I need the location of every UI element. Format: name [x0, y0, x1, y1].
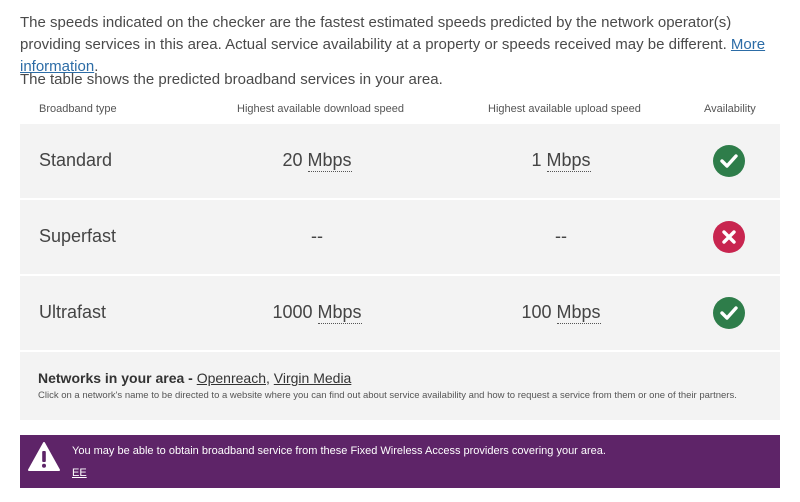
download-unit: Mbps — [317, 302, 362, 324]
upload-value: 1 — [531, 150, 542, 170]
header-broadband-type: Broadband type — [39, 103, 117, 115]
available-check-icon — [713, 145, 745, 177]
download-unit: Mbps — [307, 150, 352, 172]
download-value: 1000 — [272, 302, 313, 322]
broadband-type: Superfast — [39, 226, 117, 246]
network-link-virgin-media[interactable]: Virgin Media — [274, 370, 352, 386]
fixed-wireless-banner: You may be able to obtain broadband serv… — [20, 435, 780, 488]
table-header: Broadband type Highest available downloa… — [20, 100, 780, 122]
header-availability: Availability — [704, 103, 756, 115]
banner-message: You may be able to obtain broadband serv… — [72, 445, 606, 457]
warning-icon — [27, 441, 61, 478]
upload-unit: Mbps — [556, 302, 601, 324]
upload-value: 100 — [521, 302, 552, 322]
networks-note: Click on a network's name to be directed… — [38, 390, 737, 401]
table-row: Ultrafast 1000 Mbps 100 Mbps — [20, 276, 780, 350]
provider-link-ee[interactable]: EE — [72, 467, 87, 479]
intro-text: The speeds indicated on the checker are … — [20, 14, 732, 53]
download-speed: 20 Mbps — [217, 150, 417, 172]
upload-unit: Mbps — [546, 150, 591, 172]
broadband-type: Ultrafast — [39, 302, 107, 322]
upload-speed: -- — [555, 226, 567, 246]
unavailable-cross-icon — [713, 221, 745, 253]
intro-paragraph: The speeds indicated on the checker are … — [20, 12, 782, 78]
available-check-icon — [713, 297, 745, 329]
table-row: Superfast -- -- — [20, 200, 780, 274]
table-lead-text: The table shows the predicted broadband … — [20, 71, 443, 88]
upload-speed: 100 Mbps — [461, 302, 661, 324]
download-speed: 1000 Mbps — [217, 302, 417, 324]
header-upload-speed: Highest available upload speed — [488, 103, 641, 115]
networks-panel: Networks in your area - Openreach, Virgi… — [20, 352, 780, 420]
networks-heading: Networks in your area - Openreach, Virgi… — [38, 370, 351, 386]
upload-speed: 1 Mbps — [461, 150, 661, 172]
network-link-openreach[interactable]: Openreach — [197, 370, 266, 386]
header-download-speed: Highest available download speed — [237, 103, 404, 115]
networks-separator: , — [266, 370, 274, 386]
broadband-type: Standard — [39, 150, 113, 170]
download-speed: -- — [311, 226, 323, 246]
table-row: Standard 20 Mbps 1 Mbps — [20, 124, 780, 198]
networks-label: Networks in your area - — [38, 370, 197, 386]
download-value: 20 — [282, 150, 303, 170]
